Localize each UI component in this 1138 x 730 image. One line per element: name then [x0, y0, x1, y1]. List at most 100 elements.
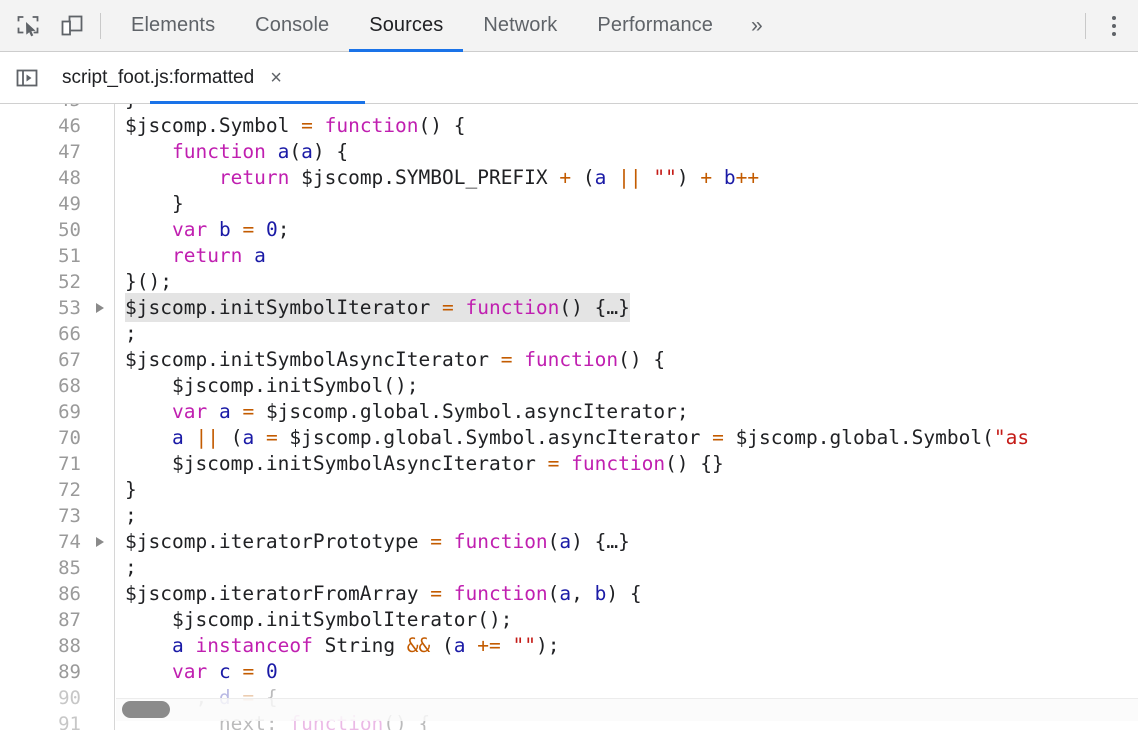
code-line[interactable]: 72} [0, 477, 1138, 503]
line-gutter[interactable]: 52 [0, 269, 115, 295]
code-line[interactable]: 71 $jscomp.initSymbolAsyncIterator = fun… [0, 451, 1138, 477]
code-token: ; [125, 504, 137, 527]
code-line[interactable]: 50 var b = 0; [0, 217, 1138, 243]
line-gutter[interactable]: 90 [0, 685, 115, 711]
tab-performance[interactable]: Performance [577, 0, 733, 52]
tab-sources[interactable]: Sources [349, 0, 463, 52]
code-token: = [548, 452, 560, 475]
kebab-dot [1112, 32, 1116, 36]
more-tabs-icon[interactable]: » [733, 0, 781, 52]
code-token: a [172, 426, 184, 449]
line-gutter[interactable]: 48 [0, 165, 115, 191]
code-token: a [172, 634, 184, 657]
line-number: 91 [58, 711, 81, 730]
line-number: 68 [58, 373, 81, 399]
code-text: $jscomp.initSymbolAsyncIterator = functi… [115, 347, 665, 373]
code-token: $jscomp.initSymbolAsyncIterator [125, 348, 501, 371]
code-token [125, 166, 219, 189]
line-gutter[interactable]: 73 [0, 503, 115, 529]
source-code-editor[interactable]: 45}46$jscomp.Symbol = function() {47 fun… [0, 104, 1138, 730]
code-line[interactable]: 53$jscomp.initSymbolIterator = function(… [0, 295, 1138, 321]
kebab-dot [1112, 24, 1116, 28]
code-token: return [172, 244, 242, 267]
code-line[interactable]: 73; [0, 503, 1138, 529]
code-token: ( [289, 140, 301, 163]
line-gutter[interactable]: 53 [0, 295, 115, 321]
line-number: 86 [58, 581, 81, 607]
code-token [559, 452, 571, 475]
tab-network[interactable]: Network [463, 0, 577, 52]
code-token: function [454, 582, 548, 605]
line-gutter[interactable]: 89 [0, 659, 115, 685]
code-line[interactable]: 70 a || (a = $jscomp.global.Symbol.async… [0, 425, 1138, 451]
code-token: = [266, 426, 278, 449]
code-token: instanceof [195, 634, 312, 657]
line-gutter[interactable]: 74 [0, 529, 115, 555]
code-line[interactable]: 46$jscomp.Symbol = function() { [0, 113, 1138, 139]
line-gutter[interactable]: 46 [0, 113, 115, 139]
code-token: a [278, 140, 290, 163]
code-line[interactable]: 90 , d = { [0, 685, 1138, 711]
code-text: $jscomp.initSymbolIterator = function() … [115, 295, 630, 321]
tab-console[interactable]: Console [235, 0, 349, 52]
code-line[interactable]: 52}(); [0, 269, 1138, 295]
close-icon[interactable]: × [266, 66, 286, 90]
line-gutter[interactable]: 66 [0, 321, 115, 347]
line-gutter[interactable]: 85 [0, 555, 115, 581]
code-line[interactable]: 74$jscomp.iteratorPrototype = function(a… [0, 529, 1138, 555]
device-toolbar-glyph [59, 13, 85, 39]
tab-elements[interactable]: Elements [111, 0, 235, 52]
code-line[interactable]: 47 function a(a) { [0, 139, 1138, 165]
more-tabs-label: » [751, 14, 763, 38]
tab-console-label: Console [255, 14, 329, 37]
show-navigator-icon[interactable] [10, 61, 44, 95]
line-gutter[interactable]: 86 [0, 581, 115, 607]
line-gutter[interactable]: 67 [0, 347, 115, 373]
code-line[interactable]: 49 } [0, 191, 1138, 217]
fold-arrow-icon[interactable] [96, 303, 104, 313]
code-line[interactable]: 86$jscomp.iteratorFromArray = function(a… [0, 581, 1138, 607]
code-lines-container: 45}46$jscomp.Symbol = function() {47 fun… [0, 104, 1138, 730]
code-line[interactable]: 68 $jscomp.initSymbol(); [0, 373, 1138, 399]
line-number: 71 [58, 451, 81, 477]
line-gutter[interactable]: 72 [0, 477, 115, 503]
line-gutter[interactable]: 88 [0, 633, 115, 659]
line-gutter[interactable]: 87 [0, 607, 115, 633]
code-line[interactable]: 87 $jscomp.initSymbolIterator(); [0, 607, 1138, 633]
inspect-element-icon[interactable] [6, 4, 50, 48]
scrollbar-thumb[interactable] [122, 701, 170, 718]
line-gutter[interactable]: 70 [0, 425, 115, 451]
line-number: 85 [58, 555, 81, 581]
file-tab-script-foot[interactable]: script_foot.js:formatted × [44, 52, 300, 104]
line-gutter[interactable]: 91 [0, 711, 115, 730]
code-text: var c = 0 [115, 659, 278, 685]
code-line[interactable]: 91 next: function() { [0, 711, 1138, 730]
line-number: 50 [58, 217, 81, 243]
line-number: 46 [58, 113, 81, 139]
fold-arrow-icon[interactable] [96, 537, 104, 547]
kebab-menu-icon[interactable] [1090, 2, 1138, 50]
code-token: ); [536, 634, 559, 657]
device-toolbar-icon[interactable] [50, 4, 94, 48]
code-line[interactable]: 88 a instanceof String && (a += ""); [0, 633, 1138, 659]
line-gutter[interactable]: 69 [0, 399, 115, 425]
line-gutter[interactable]: 47 [0, 139, 115, 165]
code-line[interactable]: 89 var c = 0 [0, 659, 1138, 685]
line-gutter[interactable]: 49 [0, 191, 115, 217]
code-token [642, 166, 654, 189]
code-line[interactable]: 66; [0, 321, 1138, 347]
code-line[interactable]: 69 var a = $jscomp.global.Symbol.asyncIt… [0, 399, 1138, 425]
line-gutter[interactable]: 45 [0, 104, 115, 113]
code-line[interactable]: 45} [0, 104, 1138, 113]
toolbar-right-group [1085, 0, 1138, 52]
code-line[interactable]: 67$jscomp.initSymbolAsyncIterator = func… [0, 347, 1138, 373]
line-gutter[interactable]: 68 [0, 373, 115, 399]
code-token: $jscomp.initSymbol(); [125, 374, 419, 397]
code-line[interactable]: 48 return $jscomp.SYMBOL_PREFIX + (a || … [0, 165, 1138, 191]
code-line[interactable]: 85; [0, 555, 1138, 581]
line-gutter[interactable]: 50 [0, 217, 115, 243]
code-token [254, 426, 266, 449]
line-gutter[interactable]: 51 [0, 243, 115, 269]
line-gutter[interactable]: 71 [0, 451, 115, 477]
code-line[interactable]: 51 return a [0, 243, 1138, 269]
